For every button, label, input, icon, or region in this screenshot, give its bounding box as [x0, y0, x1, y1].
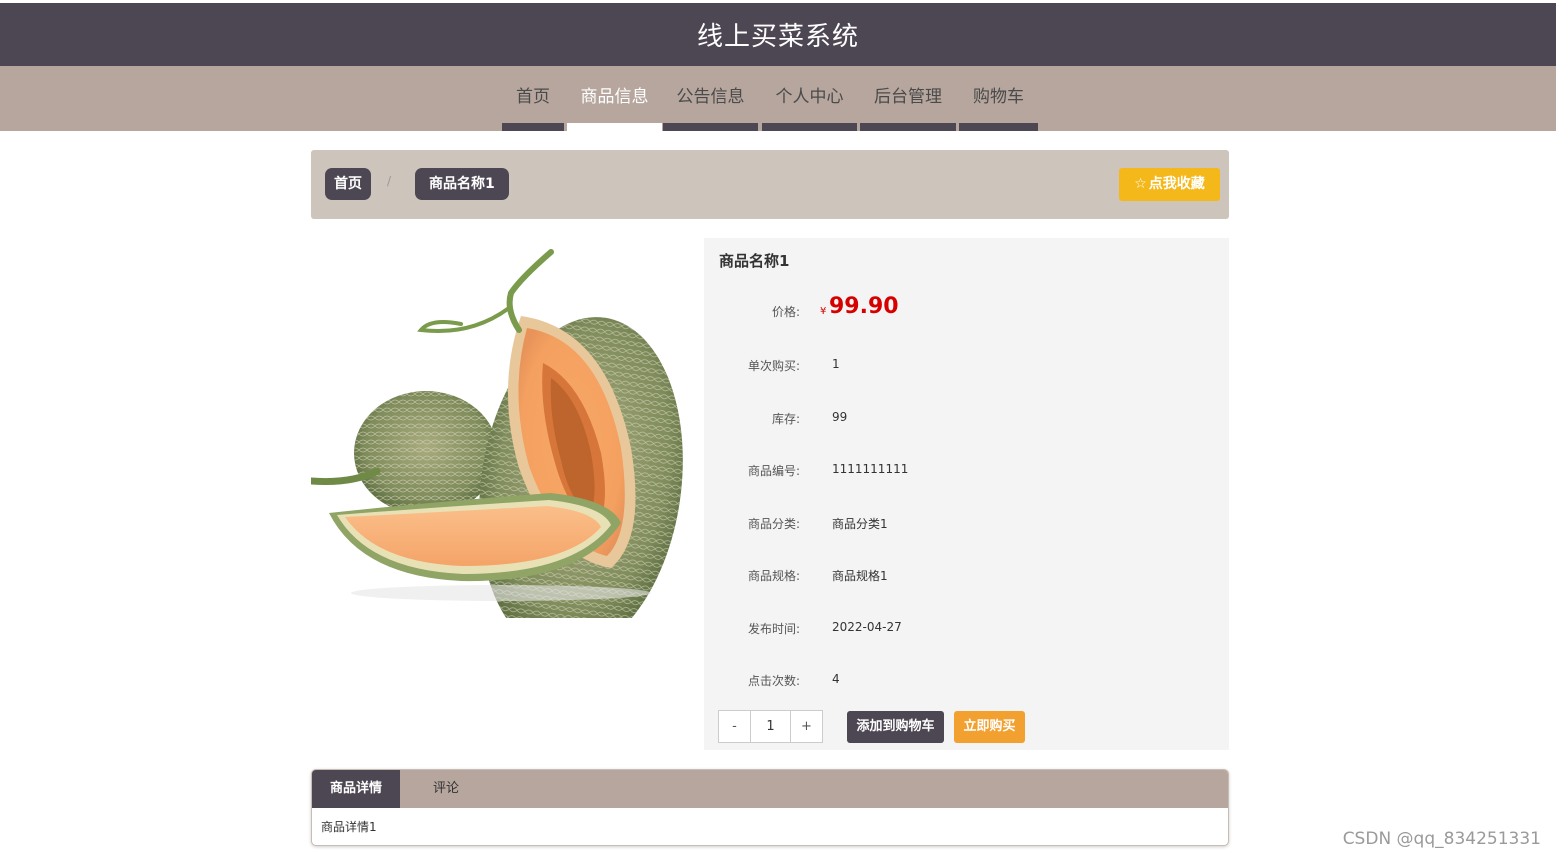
decrement-button[interactable]: -: [719, 711, 750, 742]
nav-item-underline: [860, 123, 956, 131]
detail-row-product-code: 商品编号: 1111111111: [704, 459, 1229, 479]
product-name: 商品名称1: [719, 252, 790, 270]
detail-row-click-count: 点击次数: 4: [704, 669, 1229, 689]
detail-label: 点击次数:: [747, 674, 800, 688]
nav-item-label: 后台管理: [874, 87, 942, 107]
breadcrumb: 首页 / 商品名称1 ☆ 点我收藏: [311, 150, 1229, 219]
site-title: 线上买菜系统: [696, 22, 859, 52]
nav-item-label: 首页: [516, 87, 550, 107]
breadcrumb-current[interactable]: 商品名称1: [415, 168, 509, 200]
detail-value: 1: [832, 357, 840, 371]
nav-item-label: 公告信息: [676, 87, 745, 107]
detail-value: 1111111111: [832, 462, 909, 476]
detail-label: 商品分类:: [747, 517, 800, 531]
detail-row-category: 商品分类: 商品分类1: [704, 512, 1229, 532]
product-image: [311, 249, 683, 618]
nav-item-announcements[interactable]: 公告信息: [663, 66, 758, 131]
detail-tabs: 商品详情 评论 商品详情1: [311, 769, 1229, 846]
nav-item-underline: [567, 123, 662, 131]
nav-item-label: 购物车: [973, 87, 1024, 107]
favorite-button-label: 点我收藏: [1148, 176, 1205, 192]
detail-value: 99: [832, 410, 848, 424]
detail-row-spec: 商品规格: 商品规格1: [704, 564, 1229, 584]
detail-label: 发布时间:: [747, 622, 800, 636]
tab-bar: 商品详情 评论: [312, 770, 1228, 808]
nav-item-underline: [959, 123, 1038, 131]
currency-symbol: ¥: [820, 306, 827, 317]
product-info-panel: 商品名称1 价格: ¥ 99.90 单次购买: 1 库存: 99 商品编号: 1…: [704, 238, 1229, 750]
detail-label: 商品规格:: [747, 569, 800, 583]
detail-value: 商品规格1: [832, 569, 888, 583]
nav-item-underline: [502, 123, 564, 131]
detail-value: 商品分类1: [832, 517, 888, 531]
tab-product-details[interactable]: 商品详情: [312, 770, 400, 808]
tab-comments[interactable]: 评论: [400, 770, 492, 808]
increment-button[interactable]: +: [791, 711, 822, 742]
main-nav: 首页 商品信息 公告信息 个人中心 后台管理 购物车: [0, 66, 1556, 131]
detail-value: 4: [832, 672, 840, 686]
breadcrumb-home[interactable]: 首页: [325, 168, 371, 200]
nav-item-home[interactable]: 首页: [502, 66, 564, 131]
favorite-button[interactable]: ☆ 点我收藏: [1119, 168, 1220, 201]
price-label: 价格:: [771, 305, 800, 319]
breadcrumb-separator: /: [387, 174, 392, 188]
detail-row-purchase-limit: 单次购买: 1: [704, 354, 1229, 374]
nav-item-admin[interactable]: 后台管理: [860, 66, 956, 131]
detail-label: 单次购买:: [747, 359, 800, 373]
nav-item-underline: [663, 123, 758, 131]
watermark: CSDN @qq_834251331: [1342, 829, 1541, 849]
detail-value: 2022-04-27: [832, 620, 902, 634]
price-value: 99.90: [829, 294, 899, 319]
detail-row-stock: 库存: 99: [704, 407, 1229, 427]
nav-item-profile[interactable]: 个人中心: [762, 66, 857, 131]
add-to-cart-button[interactable]: 添加到购物车: [847, 711, 944, 743]
detail-row-publish-date: 发布时间: 2022-04-27: [704, 617, 1229, 637]
price-row: 价格: ¥ 99.90: [704, 294, 1229, 320]
quantity-input[interactable]: 1: [750, 711, 791, 742]
nav-item-underline: [762, 123, 857, 131]
buy-now-button[interactable]: 立即购买: [954, 711, 1025, 743]
site-header: 线上买菜系统: [0, 3, 1556, 66]
star-outline-icon: ☆: [1134, 176, 1147, 192]
nav-item-products[interactable]: 商品信息: [567, 66, 662, 131]
tab-content: 商品详情1: [321, 820, 377, 834]
nav-item-label: 商品信息: [580, 87, 649, 107]
nav-item-label: 个人中心: [775, 87, 844, 107]
detail-label: 库存:: [771, 412, 800, 426]
nav-item-cart[interactable]: 购物车: [959, 66, 1038, 131]
quantity-stepper: - 1 +: [718, 710, 823, 743]
detail-label: 商品编号:: [747, 464, 800, 478]
